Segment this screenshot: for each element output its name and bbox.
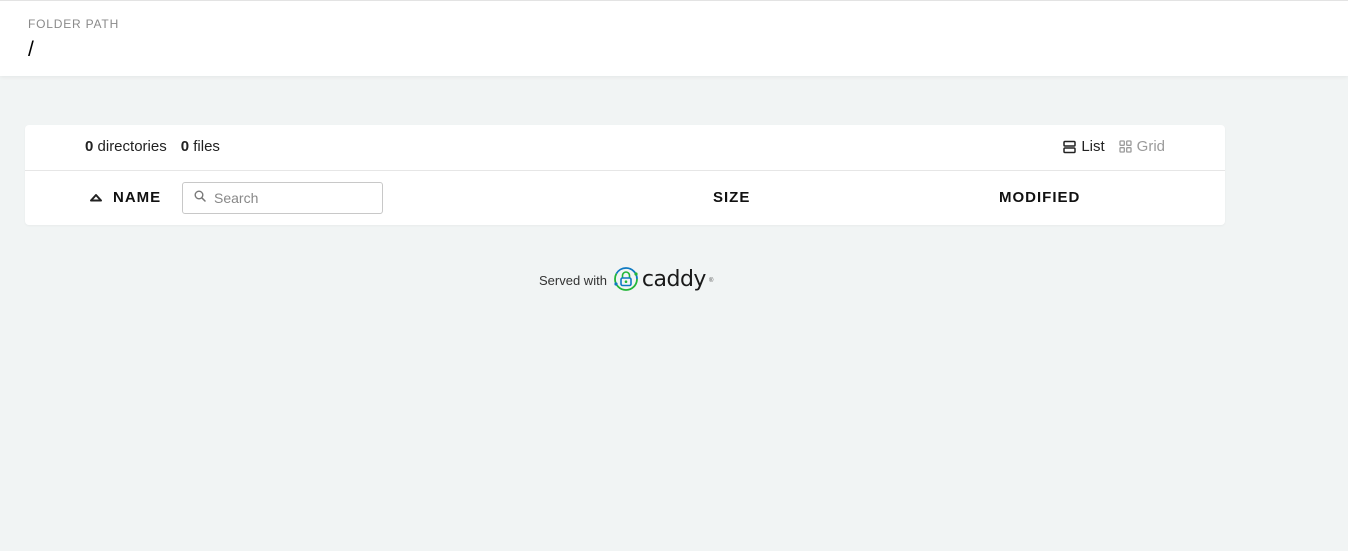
search-field[interactable] — [182, 182, 383, 214]
directory-count-label: directories — [97, 138, 167, 155]
grid-view-label: Grid — [1136, 138, 1165, 155]
folder-path-label: Folder Path — [28, 17, 120, 31]
view-toggle: List Grid — [1063, 138, 1165, 155]
folder-path-value: / — [28, 38, 34, 61]
file-count-label: files — [193, 138, 220, 155]
file-count: 0 files — [181, 138, 220, 155]
caddy-wordmark: caddy — [641, 267, 707, 292]
size-column-header[interactable]: Size — [713, 189, 750, 206]
directory-count: 0 directories — [85, 138, 167, 155]
grid-view-icon — [1119, 140, 1132, 153]
file-count-value: 0 — [180, 138, 190, 155]
list-view-label: List — [1081, 138, 1105, 155]
sort-ascending-icon — [89, 189, 103, 206]
list-view-icon — [1063, 140, 1077, 154]
footer: Served with caddy ® — [539, 266, 713, 295]
served-with-text: Served with — [539, 273, 607, 288]
listing-panel: 0 directories 0 files List Grid NAME Sea… — [25, 125, 1225, 225]
name-column-header[interactable]: Name — [89, 189, 161, 206]
caddy-logo-link[interactable]: caddy ® — [613, 266, 713, 295]
listing-summary: 0 directories 0 files — [85, 138, 220, 155]
modified-column-header[interactable]: Modified — [999, 189, 1080, 206]
caddy-lock-icon — [613, 266, 639, 295]
search-input[interactable] — [214, 190, 364, 206]
name-column-label: Name — [113, 189, 162, 206]
header-divider — [25, 170, 1225, 171]
list-view-button[interactable]: List — [1063, 138, 1105, 155]
directory-count-value: 0 — [85, 138, 94, 155]
grid-view-button[interactable]: Grid — [1119, 138, 1165, 155]
search-icon — [194, 189, 206, 207]
registered-mark: ® — [708, 277, 714, 284]
header-bar: Folder Path / — [0, 0, 1348, 76]
